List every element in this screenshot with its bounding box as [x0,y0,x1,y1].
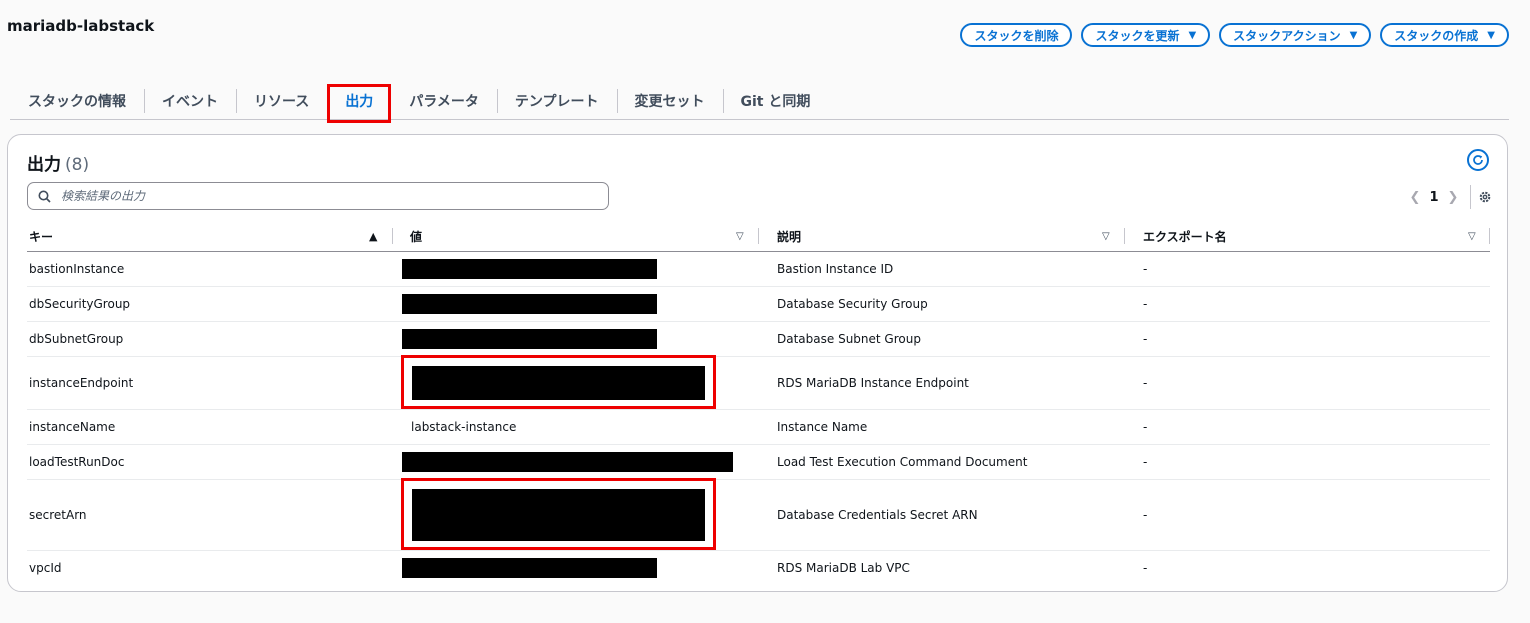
pagination: ❮ 1 ❯ [1403,185,1492,209]
caret-down-icon: ▼ [1349,29,1358,41]
output-description: Database Subnet Group [777,332,921,346]
table-row: bastionInstance Bastion Instance ID - [27,252,1490,287]
redacted-value [402,558,657,578]
outputs-count: (8) [65,155,90,175]
gear-icon[interactable] [1478,190,1492,204]
output-export-name: - [1143,262,1148,276]
outputs-title: 出力 [27,155,61,175]
redacted-value [402,259,657,279]
caret-down-icon: ▼ [1487,29,1495,41]
output-export-name: - [1143,332,1148,346]
outputs-heading: 出力 (8) [27,150,89,175]
stack-actions: スタックを削除 スタックを更新 ▼ スタックアクション ▼ スタックの作成 ▼ [960,23,1509,47]
delete-stack-label: スタックを削除 [974,28,1059,43]
sort-icon[interactable]: ▽ [1102,231,1110,242]
output-export-name: - [1143,561,1148,575]
highlight-box [401,478,716,550]
search-field[interactable] [27,182,609,210]
stack-actions-button[interactable]: スタックアクション ▼ [1219,23,1372,47]
search-input[interactable] [59,188,583,204]
table-row: instanceEndpoint RDS MariaDB Instance End… [27,355,1490,410]
output-key: dbSubnetGroup [29,332,124,346]
search-icon [38,190,51,203]
tab-stack-info[interactable]: スタックの情報 [10,86,144,116]
table-header: キー ▲ 値 ▽ 説明 ▽ エクスポート名 ▽ [27,222,1490,252]
table-row: dbSubnetGroup Database Subnet Group - [27,322,1490,357]
chevron-left-icon[interactable]: ❮ [1403,190,1427,205]
redacted-value [402,294,657,314]
stack-actions-label: スタックアクション [1233,28,1341,43]
pager-divider [1470,185,1471,209]
redacted-value [412,489,705,541]
output-key: vpcId [29,561,62,575]
table-row: vpcId RDS MariaDB Lab VPC - [27,551,1490,585]
create-stack-label: スタックの作成 [1394,28,1479,43]
update-stack-label: スタックを更新 [1095,28,1180,43]
sort-ascending-icon[interactable]: ▲ [369,230,377,243]
sort-icon[interactable]: ▽ [736,231,744,242]
table-row: loadTestRunDoc Load Test Execution Comman… [27,445,1490,480]
output-description: Instance Name [777,420,868,434]
column-header-description[interactable]: 説明 [777,222,801,251]
redacted-value [412,366,705,400]
tab-change-sets[interactable]: 変更セット [616,86,723,116]
delete-stack-button[interactable]: スタックを削除 [960,23,1073,47]
output-export-name: - [1143,508,1148,522]
tab-outputs[interactable]: 出力 [327,83,392,123]
create-stack-button[interactable]: スタックの作成 ▼ [1380,23,1509,47]
sort-icon[interactable]: ▽ [1468,231,1476,242]
redacted-value [402,452,733,472]
highlight-box [401,355,716,409]
outputs-table-body: bastionInstance Bastion Instance ID - dbSec… [27,252,1490,585]
page-number[interactable]: 1 [1427,190,1441,205]
output-key: instanceName [29,420,116,434]
column-divider[interactable] [1124,228,1125,244]
table-row: instanceName labstack-instance Instance Na… [27,410,1490,445]
output-description: RDS MariaDB Lab VPC [777,561,910,575]
output-description: Load Test Execution Command Document [777,455,1028,469]
column-header-value[interactable]: 値 [410,222,422,251]
output-key: loadTestRunDoc [29,455,125,469]
refresh-button[interactable] [1467,149,1489,171]
refresh-icon [1473,155,1483,165]
table-row: dbSecurityGroup Database Security Group - [27,287,1490,322]
output-description: Database Security Group [777,297,928,311]
stack-tabs: スタックの情報 イベント リソース 出力 パラメータ テンプレート 変更セット … [10,82,1509,123]
output-key: instanceEndpoint [29,376,134,390]
output-export-name: - [1143,376,1148,390]
stack-title: mariadb-labstack [7,17,155,35]
output-description: Database Credentials Secret ARN [777,508,978,522]
column-divider[interactable] [758,228,759,244]
caret-down-icon: ▼ [1188,29,1197,41]
column-header-export[interactable]: エクスポート名 [1143,222,1227,251]
output-key: bastionInstance [29,262,125,276]
column-divider[interactable] [392,228,393,244]
update-stack-button[interactable]: スタックを更新 ▼ [1081,23,1211,47]
tab-git-sync[interactable]: Git と同期 [722,86,829,116]
output-export-name: - [1143,420,1148,434]
column-divider[interactable] [1489,228,1490,244]
outputs-panel: 出力(8) ❮ 1 ❯ キー ▲ 値 ▽ 説明 ▽ エクスポート名 [7,134,1508,592]
output-value: labstack-instance [411,420,517,434]
redacted-value [402,329,657,349]
table-row: secretArn Database Credentials Secret ARN… [27,478,1490,551]
output-export-name: - [1143,455,1148,469]
tab-resources[interactable]: リソース [236,86,327,116]
output-key: dbSecurityGroup [29,297,131,311]
tab-events[interactable]: イベント [144,86,236,116]
chevron-right-icon[interactable]: ❯ [1441,190,1465,205]
column-header-key[interactable]: キー [29,222,53,251]
output-export-name: - [1143,297,1148,311]
tab-parameters[interactable]: パラメータ [391,86,497,116]
output-description: RDS MariaDB Instance Endpoint [777,376,969,390]
output-key: secretArn [29,508,87,522]
output-description: Bastion Instance ID [777,262,894,276]
tab-template[interactable]: テンプレート [496,86,617,116]
